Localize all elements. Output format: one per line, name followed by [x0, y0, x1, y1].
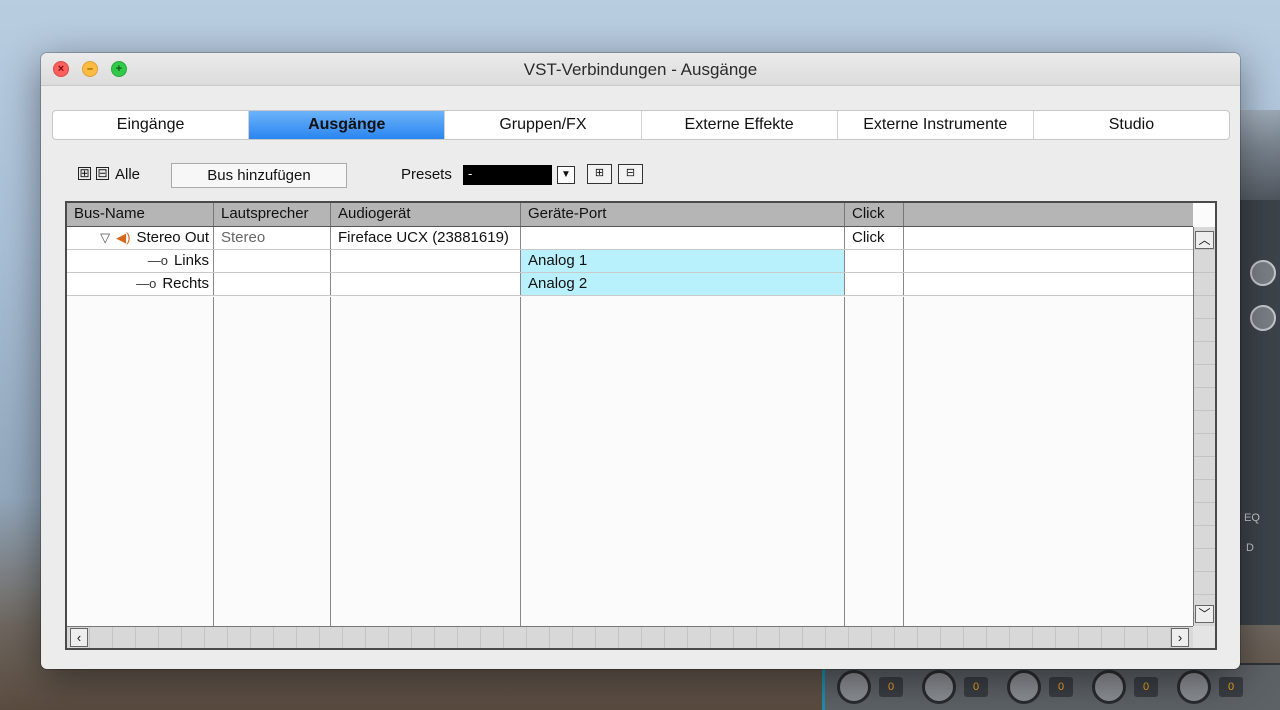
empty-cell: [904, 227, 1193, 249]
bus-name: Stereo Out: [136, 229, 209, 246]
all-label: Alle: [115, 166, 141, 183]
disclosure-triangle-icon[interactable]: ▽: [100, 230, 110, 245]
pan-value: 0: [879, 677, 903, 697]
toolbar: ⊞ ⊟ Alle Bus hinzufügen Presets - ▼ ⊞ ⊟: [78, 163, 878, 189]
col-header-audiogeraet[interactable]: Audiogerät: [331, 203, 521, 226]
port-cell[interactable]: Analog 1: [521, 250, 845, 272]
device-cell[interactable]: [331, 250, 521, 272]
click-cell[interactable]: [845, 250, 904, 272]
scroll-down-icon[interactable]: ﹀: [1195, 605, 1214, 623]
col-header-geraete-port[interactable]: Geräte-Port: [521, 203, 845, 226]
click-cell[interactable]: [845, 273, 904, 295]
store-preset-icon[interactable]: ⊞: [587, 164, 612, 184]
scroll-up-icon[interactable]: ︿: [1195, 231, 1214, 249]
pan-value: 0: [1219, 677, 1243, 697]
desktop-wallpaper: [1240, 110, 1280, 205]
chevron-down-icon[interactable]: ▼: [557, 166, 575, 184]
tab-externe-instrumente[interactable]: Externe Instrumente: [838, 111, 1034, 139]
pan-knob[interactable]: [1007, 670, 1041, 704]
table-row[interactable]: —o Rechts Analog 2: [67, 273, 1193, 296]
title-bar[interactable]: × – + VST-Verbindungen - Ausgänge: [41, 53, 1240, 86]
col-header-click[interactable]: Click: [845, 203, 904, 226]
pan-value: 0: [1049, 677, 1073, 697]
tab-gruppen-fx[interactable]: Gruppen/FX: [445, 111, 642, 139]
click-cell[interactable]: Click: [845, 227, 904, 249]
mixer-knob[interactable]: [1250, 260, 1276, 286]
device-cell[interactable]: [331, 273, 521, 295]
empty-cell: [904, 273, 1193, 295]
pan-knob[interactable]: [837, 670, 871, 704]
empty-cell: [904, 250, 1193, 272]
col-header-lautsprecher[interactable]: Lautsprecher: [214, 203, 331, 226]
port-cell[interactable]: Analog 2: [521, 273, 845, 295]
bus-table: Bus-Name Lautsprecher Audiogerät Geräte-…: [65, 201, 1217, 650]
port-cell[interactable]: [521, 227, 845, 249]
mixer-eq-label: EQ: [1244, 512, 1260, 524]
add-bus-button[interactable]: Bus hinzufügen: [171, 163, 347, 188]
table-row[interactable]: —o Links Analog 1: [67, 250, 1193, 273]
pan-knob[interactable]: [922, 670, 956, 704]
channel-connector-icon: —o: [147, 253, 168, 268]
table-empty-area: [67, 297, 1193, 626]
presets-select[interactable]: -: [463, 165, 552, 185]
speaker-cell[interactable]: [214, 250, 331, 272]
tab-externe-effekte[interactable]: Externe Effekte: [642, 111, 838, 139]
pan-value: 0: [964, 677, 988, 697]
pan-value: 0: [1134, 677, 1158, 697]
table-row[interactable]: ▽ ◀) Stereo Out Stereo Fireface UCX (23881…: [67, 227, 1193, 250]
vst-connections-window: × – + VST-Verbindungen - Ausgänge Eingän…: [41, 53, 1240, 669]
col-header-bus-name[interactable]: Bus-Name: [67, 203, 214, 226]
mixer-knob[interactable]: [1250, 305, 1276, 331]
remove-preset-icon[interactable]: ⊟: [618, 164, 643, 184]
tab-bar: Eingänge Ausgänge Gruppen/FX Externe Eff…: [52, 110, 1230, 140]
bus-name-cell[interactable]: —o Links: [67, 250, 214, 272]
channel-connector-icon: —o: [136, 276, 157, 291]
speaker-icon: ◀): [116, 230, 131, 245]
table-header: Bus-Name Lautsprecher Audiogerät Geräte-…: [67, 203, 1193, 227]
bus-name-cell[interactable]: —o Rechts: [67, 273, 214, 295]
device-cell[interactable]: Fireface UCX (23881619): [331, 227, 521, 249]
mixer-d-label: D: [1246, 542, 1254, 554]
collapse-all-icon[interactable]: ⊟: [96, 167, 109, 180]
tab-ausgaenge[interactable]: Ausgänge: [249, 111, 446, 139]
vertical-scrollbar[interactable]: ︿ ﹀: [1193, 227, 1215, 626]
scroll-corner: [1193, 626, 1215, 648]
scroll-right-icon[interactable]: ›: [1171, 628, 1189, 647]
mixer-bottom-strip: 0 0 0 0 0: [822, 663, 1280, 710]
tab-eingaenge[interactable]: Eingänge: [53, 111, 250, 139]
scroll-left-icon[interactable]: ‹: [70, 628, 88, 647]
tab-studio[interactable]: Studio: [1034, 111, 1229, 139]
presets-label: Presets: [401, 166, 452, 183]
speaker-cell[interactable]: Stereo: [214, 227, 331, 249]
bus-name-cell[interactable]: ▽ ◀) Stereo Out: [67, 227, 214, 249]
mixer-panel: EQ D: [1238, 200, 1280, 625]
pan-knob[interactable]: [1092, 670, 1126, 704]
pan-knob[interactable]: [1177, 670, 1211, 704]
bus-name: Rechts: [162, 275, 209, 292]
speaker-cell[interactable]: [214, 273, 331, 295]
expand-all-icon[interactable]: ⊞: [78, 167, 91, 180]
window-title: VST-Verbindungen - Ausgänge: [523, 60, 758, 79]
bus-name: Links: [173, 252, 209, 269]
horizontal-scrollbar[interactable]: ‹ ›: [67, 626, 1193, 648]
col-header-empty: [904, 203, 1193, 226]
